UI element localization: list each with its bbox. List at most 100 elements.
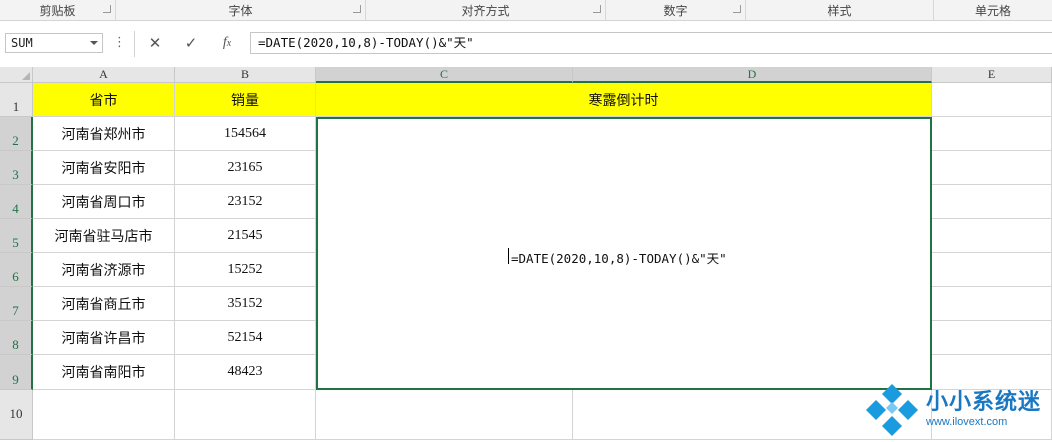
name-box-value: SUM: [11, 36, 33, 50]
cell-e[interactable]: [932, 219, 1052, 253]
dialog-launcher-icon[interactable]: [733, 5, 741, 13]
row-number: 9: [12, 372, 19, 387]
row-header-8[interactable]: 8: [0, 321, 33, 355]
ribbon-group-alignment: 对齐方式: [366, 0, 606, 20]
ribbon-group-font: 字体: [116, 0, 366, 20]
cell-sales[interactable]: 21545: [175, 219, 316, 253]
row-header-1[interactable]: 1: [0, 83, 33, 117]
cell-city[interactable]: 河南省南阳市: [33, 355, 175, 390]
cell-sales[interactable]: 154564: [175, 117, 316, 151]
dialog-launcher-icon[interactable]: [353, 5, 361, 13]
group-label-number: 数字: [663, 4, 688, 18]
header-label: 省市: [89, 92, 118, 109]
cell-sales[interactable]: 48423: [175, 355, 316, 390]
cell-e1[interactable]: [932, 83, 1052, 117]
cell-e[interactable]: [932, 287, 1052, 321]
cell-c10[interactable]: [316, 390, 573, 440]
cell-a10[interactable]: [33, 390, 175, 440]
sales-value: 154564: [224, 125, 266, 141]
formula-bar: SUM ⋮ ✕ ✓ fx =DATE(2020,10,8)-TODAY()&"天…: [0, 21, 1052, 68]
select-all-triangle-icon: [22, 72, 30, 80]
sales-value: 15252: [227, 261, 263, 277]
city-text: 河南省安阳市: [61, 160, 146, 177]
column-header-c[interactable]: C: [316, 67, 573, 83]
cell-e[interactable]: [932, 151, 1052, 185]
formula-input[interactable]: =DATE(2020,10,8)-TODAY()&"天": [250, 32, 1052, 54]
city-text: 河南省许昌市: [61, 330, 146, 347]
cell-city[interactable]: 河南省郑州市: [33, 117, 175, 151]
sales-value: 35152: [227, 295, 263, 311]
header-cell-countdown[interactable]: 寒露倒计时: [316, 83, 932, 117]
city-text: 河南省商丘市: [61, 296, 146, 313]
cancel-icon[interactable]: ✕: [139, 33, 171, 53]
row-number: 10: [9, 406, 23, 421]
group-label-cells: 单元格: [974, 4, 1011, 18]
row-number: 6: [12, 269, 19, 284]
cell-e[interactable]: [932, 253, 1052, 287]
ribbon-group-clipboard: 剪贴板: [0, 0, 116, 20]
cell-b10[interactable]: [175, 390, 316, 440]
header-cell-sales[interactable]: 销量: [175, 83, 316, 117]
row-number: 5: [12, 235, 19, 250]
cell-city[interactable]: 河南省驻马店市: [33, 219, 175, 253]
ribbon-group-styles: 样式: [746, 0, 934, 20]
enter-check-icon[interactable]: ✓: [175, 33, 207, 53]
function-icon[interactable]: fx: [211, 33, 243, 53]
city-text: 河南省郑州市: [61, 126, 146, 143]
row-header-4[interactable]: 4: [0, 185, 33, 219]
row-header-9[interactable]: 9: [0, 355, 33, 390]
cell-city[interactable]: 河南省周口市: [33, 185, 175, 219]
row-header-2[interactable]: 2: [0, 117, 33, 151]
more-vertical-icon[interactable]: ⋮: [113, 33, 126, 53]
watermark-url: www.ilovext.com: [926, 416, 1008, 428]
cell-sales[interactable]: 23165: [175, 151, 316, 185]
row-number: 3: [12, 167, 19, 182]
cell-sales[interactable]: 15252: [175, 253, 316, 287]
select-all-button[interactable]: [0, 67, 33, 83]
sales-value: 23165: [227, 159, 263, 175]
cell-city[interactable]: 河南省济源市: [33, 253, 175, 287]
ribbon-group-number: 数字: [606, 0, 746, 20]
ribbon-group-cells: 单元格: [934, 0, 1052, 20]
divider: [134, 31, 135, 57]
row-header-5[interactable]: 5: [0, 219, 33, 253]
name-box[interactable]: SUM: [5, 33, 103, 53]
group-label-alignment: 对齐方式: [461, 4, 510, 18]
cell-e[interactable]: [932, 185, 1052, 219]
cell-formula-text: =DATE(2020,10,8)-TODAY()&"天": [511, 251, 727, 266]
row-number: 8: [12, 337, 19, 352]
row-number: 4: [12, 201, 19, 216]
city-text: 河南省南阳市: [61, 365, 146, 381]
dialog-launcher-icon[interactable]: [103, 5, 111, 13]
watermark-name: 小小系统迷: [926, 390, 1042, 415]
cell-sales[interactable]: 52154: [175, 321, 316, 355]
row-header-7[interactable]: 7: [0, 287, 33, 321]
group-label-styles: 样式: [827, 4, 852, 18]
column-header-e[interactable]: E: [932, 67, 1052, 83]
ribbon-group-bar: 剪贴板 字体 对齐方式 数字 样式 单元格: [0, 0, 1052, 21]
cell-e[interactable]: [932, 117, 1052, 151]
row-header-3[interactable]: 3: [0, 151, 33, 185]
sales-value: 52154: [227, 329, 263, 345]
diamond-logo-icon: [866, 384, 918, 436]
row-number: 2: [12, 133, 19, 148]
row-header-6[interactable]: 6: [0, 253, 33, 287]
row-header-10[interactable]: 10: [0, 390, 33, 440]
city-text: 河南省周口市: [61, 194, 146, 211]
sales-value: 23152: [227, 193, 263, 209]
header-cell-city[interactable]: 省市: [33, 83, 175, 117]
cell-e[interactable]: [932, 321, 1052, 355]
column-header-d[interactable]: D: [573, 67, 932, 83]
cell-city[interactable]: 河南省商丘市: [33, 287, 175, 321]
cell-city[interactable]: 河南省安阳市: [33, 151, 175, 185]
dialog-launcher-icon[interactable]: [593, 5, 601, 13]
cell-city[interactable]: 河南省许昌市: [33, 321, 175, 355]
sales-value: 48423: [227, 364, 263, 379]
column-header-a[interactable]: A: [33, 67, 175, 83]
merged-cell-c2-d9-editing[interactable]: =DATE(2020,10,8)-TODAY()&"天": [316, 117, 932, 390]
cell-sales[interactable]: 23152: [175, 185, 316, 219]
chevron-down-icon[interactable]: [90, 41, 98, 45]
cell-sales[interactable]: 35152: [175, 287, 316, 321]
group-label-font: 字体: [228, 4, 253, 18]
column-header-b[interactable]: B: [175, 67, 316, 83]
